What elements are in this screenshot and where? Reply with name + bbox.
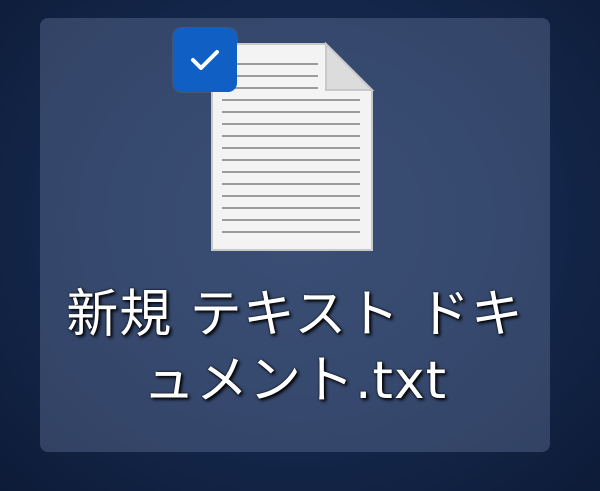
checkmark-icon (191, 50, 219, 70)
selection-checkbox[interactable] (173, 28, 237, 92)
file-name-label: 新規 テキスト ドキュメント.txt (66, 285, 524, 411)
